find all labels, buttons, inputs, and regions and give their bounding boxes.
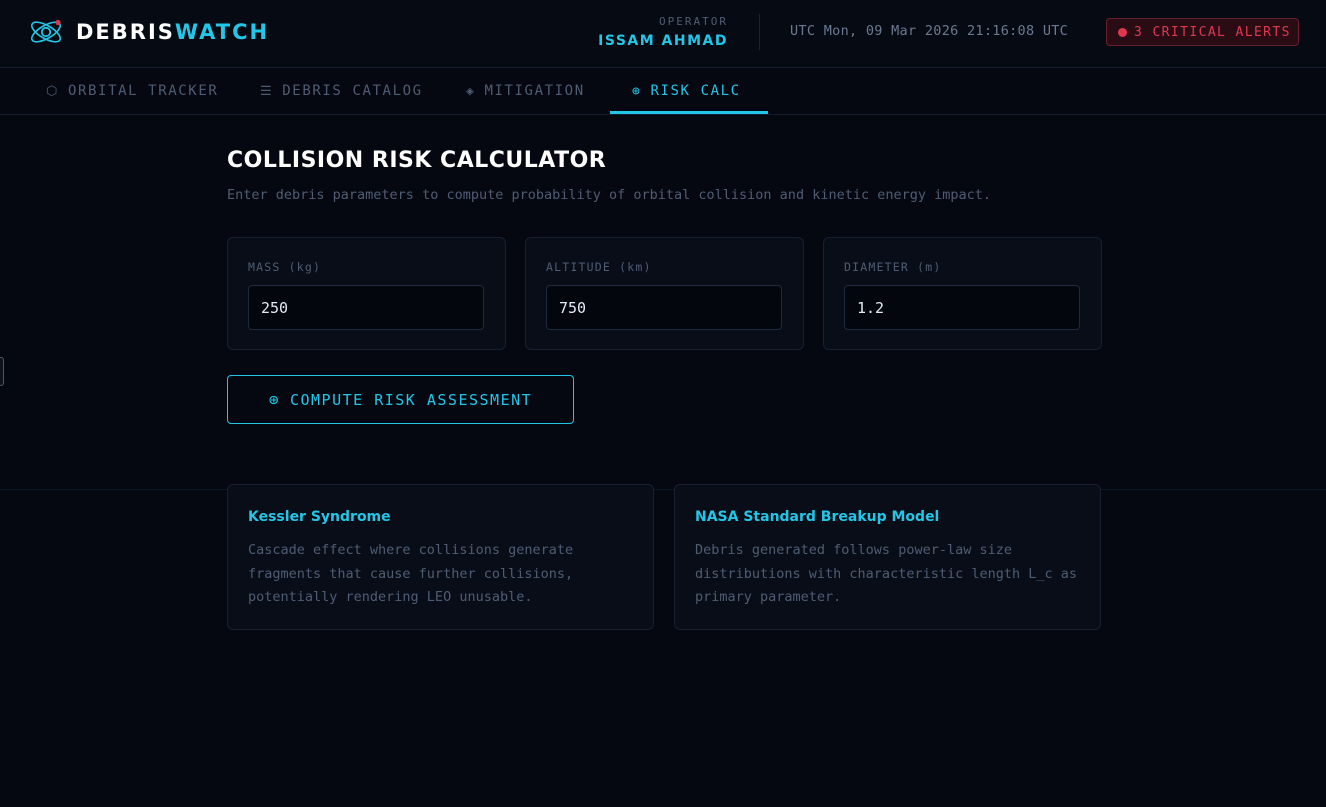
atom-orbit-icon (30, 19, 62, 43)
tab-label: MITIGATION (484, 83, 585, 99)
tab-debris-catalog[interactable]: ☰ DEBRIS CATALOG (260, 68, 423, 114)
tab-label: RISK CALC (650, 83, 741, 99)
tab-risk-calc[interactable]: ⊕ RISK CALC (632, 68, 741, 114)
alert-label: 3 CRITICAL ALERTS (1134, 24, 1291, 40)
page-title: COLLISION RISK CALCULATOR (227, 148, 607, 173)
altitude-label: ALTITUDE (km) (546, 260, 652, 274)
crosshair-icon: ⊕ (268, 390, 280, 409)
brand-text-accent: WATCH (174, 20, 270, 44)
mass-param-card: MASS (kg) (227, 237, 506, 350)
tab-mitigation[interactable]: ◈ MITIGATION (466, 68, 585, 114)
brand-text-primary: DEBRIS (76, 20, 175, 44)
diameter-param-card: DIAMETER (m) (823, 237, 1102, 350)
hexagon-icon: ⬡ (46, 83, 59, 99)
alert-dot-icon (1118, 27, 1127, 37)
page-subtitle: Enter debris parameters to compute proba… (227, 187, 992, 203)
mass-label: MASS (kg) (248, 260, 322, 274)
info-card-title: NASA Standard Breakup Model (695, 509, 940, 525)
operator-name[interactable]: ISSAM AHMAD (580, 33, 728, 49)
utc-clock: UTC Mon, 09 Mar 2026 21:16:08 UTC (790, 23, 1069, 39)
tab-label: ORBITAL TRACKER (67, 83, 219, 99)
active-tab-indicator (610, 111, 768, 114)
diameter-input[interactable] (844, 285, 1080, 330)
main-tabs: ⬡ ORBITAL TRACKER ☰ DEBRIS CATALOG ◈ MIT… (0, 68, 1326, 115)
info-card-text: Cascade effect where collisions generate… (248, 542, 574, 605)
info-card-title: Kessler Syndrome (248, 509, 391, 525)
mass-input[interactable] (248, 285, 484, 330)
altitude-input[interactable] (546, 285, 782, 330)
critical-alerts-button[interactable]: 3 CRITICAL ALERTS (1106, 18, 1299, 46)
info-card-nasa-breakup: NASA Standard Breakup Model Debris gener… (674, 484, 1101, 630)
operator-label: OPERATOR (659, 15, 728, 28)
crosshair-icon: ⊕ (632, 83, 642, 99)
info-card-text: Debris generated follows power-law size … (695, 542, 1078, 605)
diamond-icon: ◈ (466, 83, 476, 99)
compute-button-label: COMPUTE RISK ASSESSMENT (289, 390, 533, 409)
app-header: DEBRISWATCH OPERATOR ISSAM AHMAD UTC Mon… (0, 0, 1326, 68)
altitude-param-card: ALTITUDE (km) (525, 237, 804, 350)
brand-logo-text: DEBRISWATCH (76, 20, 269, 44)
tab-orbital-tracker[interactable]: ⬡ ORBITAL TRACKER (46, 68, 218, 114)
compute-risk-button[interactable]: ⊕ COMPUTE RISK ASSESSMENT (227, 375, 574, 424)
side-panel-handle[interactable] (0, 357, 4, 386)
tab-label: DEBRIS CATALOG (282, 83, 423, 99)
info-card-kessler: Kessler Syndrome Cascade effect where co… (227, 484, 654, 630)
list-icon: ☰ (260, 83, 274, 99)
section-divider (0, 489, 1326, 490)
header-divider (759, 14, 760, 50)
diameter-label: DIAMETER (m) (844, 260, 942, 274)
